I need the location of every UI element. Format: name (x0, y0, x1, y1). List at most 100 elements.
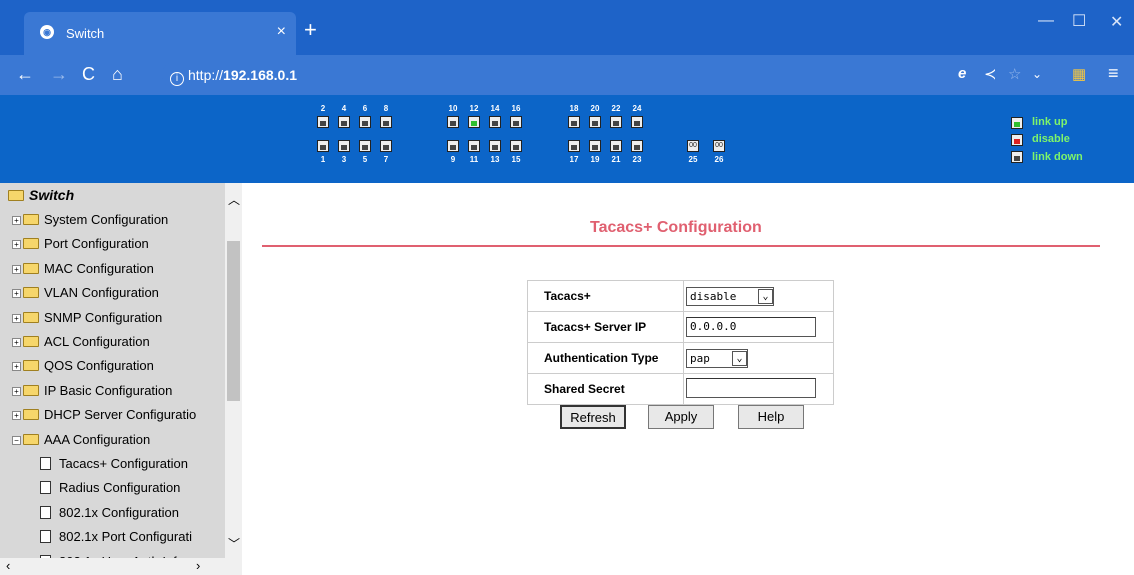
shared-secret-input[interactable] (686, 377, 816, 398)
ie-icon[interactable]: e (958, 65, 966, 82)
expand-icon[interactable]: + (12, 264, 21, 274)
url-field[interactable]: i http://192.168.0.1 (162, 61, 944, 89)
port-number: 12 (469, 104, 479, 113)
port-16[interactable] (510, 116, 522, 128)
legend-link-down: link down (1032, 151, 1083, 163)
scroll-right-icon[interactable]: › (196, 558, 200, 573)
sidebar-subitem[interactable]: Radius Configuration (40, 477, 180, 499)
sidebar-item[interactable]: + Port Configuration (12, 233, 149, 255)
scroll-left-icon[interactable]: ‹ (6, 558, 10, 573)
port-number: 23 (632, 155, 642, 164)
port-9[interactable] (447, 140, 459, 152)
port-18[interactable] (568, 116, 580, 128)
expand-icon[interactable]: + (12, 362, 21, 372)
sidebar-subitem[interactable]: 802.1x Port Configurati (40, 526, 192, 548)
port-12[interactable] (468, 116, 480, 128)
port-19[interactable] (589, 140, 601, 152)
server-ip-input[interactable]: 0.0.0.0 (686, 317, 816, 337)
port-20[interactable] (589, 116, 601, 128)
apply-button[interactable]: Apply (648, 405, 714, 429)
menu-icon[interactable]: ≡ (1108, 63, 1119, 84)
scroll-down-icon[interactable]: ﹀ (228, 535, 240, 552)
port-11[interactable] (468, 140, 480, 152)
port-26[interactable]: 00 (713, 140, 725, 152)
sidebar-subitem-label: Radius Configuration (59, 480, 181, 496)
sidebar-item[interactable]: + SNMP Configuration (12, 307, 162, 329)
expand-icon[interactable]: + (12, 338, 21, 347)
minimize-icon[interactable]: — (1038, 12, 1054, 30)
sidebar-item-label: Port Configuration (44, 236, 149, 252)
info-icon[interactable]: i (170, 72, 184, 86)
expand-icon[interactable]: + (12, 216, 21, 225)
port-13[interactable] (489, 140, 501, 152)
sidebar-item[interactable]: + ACL Configuration (12, 331, 150, 353)
home-icon[interactable]: ⌂ (112, 64, 123, 85)
sidebar-item-label: SNMP Configuration (44, 309, 163, 325)
star-icon[interactable]: ☆ (1008, 65, 1021, 83)
sidebar-subitem[interactable]: Tacacs+ Configuration (40, 453, 188, 475)
port-22[interactable] (610, 116, 622, 128)
sidebar-item[interactable]: − AAA Configuration (12, 429, 150, 451)
reload-icon[interactable]: C (82, 64, 95, 85)
new-tab-button[interactable]: + (304, 19, 317, 41)
folder-icon (23, 384, 39, 396)
port-2[interactable] (317, 116, 329, 128)
chrome-icon: ◉ (40, 25, 54, 39)
port-number: 7 (383, 155, 389, 164)
collapse-icon[interactable]: − (12, 435, 21, 445)
expand-icon[interactable]: + (12, 313, 21, 323)
sidebar-item[interactable]: + System Configuration (12, 209, 168, 231)
back-icon[interactable]: ← (16, 64, 34, 85)
port-3[interactable] (338, 140, 350, 152)
port-25[interactable]: 00 (687, 140, 699, 152)
port-14[interactable] (489, 116, 501, 128)
chevron-down-icon[interactable]: ⌄ (1032, 67, 1042, 81)
port-21[interactable] (610, 140, 622, 152)
port-6[interactable] (359, 116, 371, 128)
sidebar-item[interactable]: + VLAN Configuration (12, 282, 159, 304)
url-host: 192.168.0.1 (223, 67, 297, 83)
port-number: 9 (450, 155, 456, 164)
auth-type-select[interactable]: pap ⌄ (686, 348, 748, 368)
port-15[interactable] (510, 140, 522, 152)
expand-icon[interactable]: + (12, 411, 21, 421)
sidebar-item[interactable]: + QOS Configuration (12, 355, 154, 377)
port-4[interactable] (338, 116, 350, 128)
port-1[interactable] (317, 140, 329, 152)
refresh-button[interactable]: Refresh (560, 405, 626, 429)
sidebar-subitem[interactable]: 802.1x Configuration (40, 502, 179, 524)
port-number: 5 (362, 155, 368, 164)
forward-icon[interactable]: → (50, 64, 68, 85)
port-number: 6 (362, 104, 368, 113)
expand-icon[interactable]: + (12, 386, 21, 396)
scroll-up-icon[interactable]: ︿ (228, 191, 240, 208)
expand-icon[interactable]: + (12, 289, 21, 299)
tacacs-select[interactable]: disable ⌄ (686, 286, 774, 306)
port-number: 20 (590, 104, 600, 113)
port-8[interactable] (380, 116, 392, 128)
sidebar-item[interactable]: + DHCP Server Configuratio (12, 404, 196, 426)
help-button[interactable]: Help (738, 405, 804, 429)
port-23[interactable] (631, 140, 643, 152)
horizontal-scrollbar[interactable]: ‹ › (0, 558, 225, 575)
scrollbar-thumb[interactable] (227, 241, 240, 401)
port-10[interactable] (447, 116, 459, 128)
chevron-down-icon: ⌄ (758, 288, 773, 304)
tree-root[interactable]: Switch (8, 187, 74, 203)
port-number: 24 (632, 104, 642, 113)
port-17[interactable] (568, 140, 580, 152)
port-7[interactable] (380, 140, 392, 152)
sidebar-tree: Switch + System Configuration + Port Config… (0, 183, 242, 575)
close-icon[interactable]: ✕ (1110, 12, 1123, 32)
folder-icon (23, 262, 39, 274)
port-24[interactable] (631, 116, 643, 128)
share-icon[interactable]: ≺ (984, 65, 997, 83)
maximize-icon[interactable]: ☐ (1072, 11, 1086, 31)
browser-tab[interactable]: ◉ Switch × (24, 12, 296, 55)
sidebar-item[interactable]: + MAC Configuration (12, 258, 154, 280)
sidebar-item[interactable]: + IP Basic Configuration (12, 380, 172, 402)
port-5[interactable] (359, 140, 371, 152)
apps-icon[interactable]: ▦ (1072, 65, 1086, 83)
close-tab-icon[interactable]: × (277, 23, 286, 41)
expand-icon[interactable]: + (12, 240, 21, 250)
